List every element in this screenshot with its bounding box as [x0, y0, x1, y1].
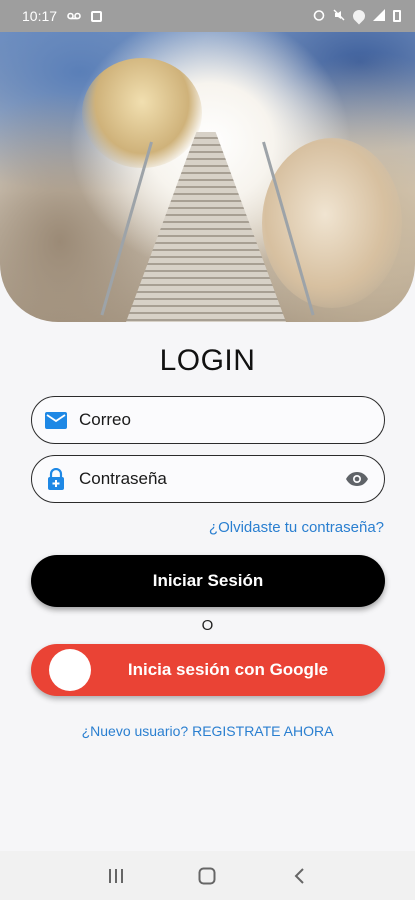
voicemail-icon	[67, 8, 81, 24]
lock-icon	[45, 468, 67, 490]
google-login-label: Inicia sesión con Google	[127, 660, 329, 679]
register-link-row: ¿Nuevo usuario? REGISTRATE AHORA	[0, 723, 415, 739]
forgot-password-link[interactable]: ¿Olvidaste tu contraseña?	[209, 519, 384, 536]
email-icon	[45, 409, 67, 431]
hero-image	[0, 32, 415, 322]
eye-icon[interactable]	[342, 464, 372, 494]
status-bar: 10:17	[0, 0, 415, 32]
password-input[interactable]	[79, 456, 342, 502]
wifi-icon	[350, 7, 368, 25]
navigation-bar	[0, 851, 415, 900]
email-field[interactable]	[31, 396, 385, 444]
login-button[interactable]: Iniciar Sesión	[31, 555, 385, 607]
back-icon[interactable]	[279, 856, 319, 896]
alarm-icon	[313, 9, 325, 24]
password-field[interactable]	[31, 455, 385, 503]
battery-icon	[393, 10, 401, 22]
recents-icon[interactable]	[96, 856, 136, 896]
angel-right-figure	[262, 138, 402, 308]
google-login-button[interactable]: Inicia sesión con Google	[31, 644, 385, 696]
home-icon[interactable]	[187, 856, 227, 896]
message-icon	[91, 10, 103, 22]
separator-text: O	[201, 617, 214, 634]
page-title: LOGIN	[159, 344, 256, 377]
angel-left-figure	[82, 58, 202, 168]
email-input[interactable]	[79, 397, 384, 443]
google-icon	[49, 649, 91, 691]
register-link[interactable]: ¿Nuevo usuario? REGISTRATE AHORA	[82, 723, 334, 739]
mute-icon	[333, 9, 345, 24]
signal-icon	[373, 8, 385, 24]
status-time: 10:17	[22, 8, 58, 24]
